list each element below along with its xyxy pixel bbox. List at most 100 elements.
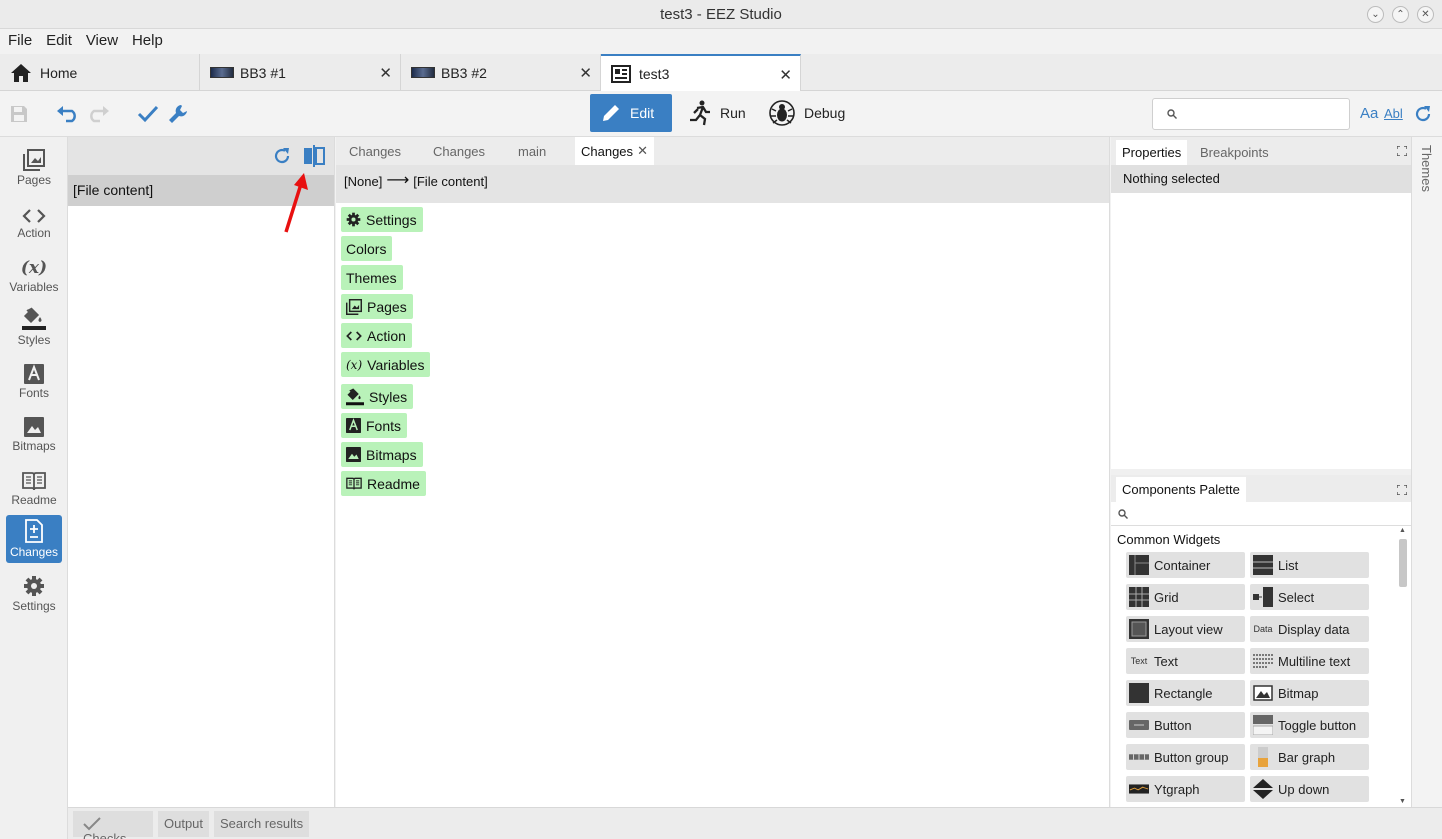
tab-home[interactable]: Home (0, 54, 200, 91)
tab-breakpoints[interactable]: Breakpoints (1194, 140, 1275, 165)
menu-edit[interactable]: Edit (38, 29, 72, 49)
scroll-thumb[interactable] (1399, 539, 1407, 587)
tab-bb3-2[interactable]: BB3 #2 ✕ (401, 54, 601, 91)
change-item-variables[interactable]: (x) Variables (341, 352, 431, 377)
scroll-down-icon[interactable]: ▼ (1399, 798, 1406, 805)
widget-rectangle[interactable]: Rectangle (1126, 680, 1245, 706)
maximize-panel-button[interactable] (1396, 482, 1408, 498)
sidebar-item-pages[interactable]: Pages (6, 143, 62, 191)
instrument-thumbnail-icon (411, 67, 435, 78)
edit-mode-button[interactable]: Edit (590, 94, 672, 132)
minimize-button[interactable]: ⌄ (1367, 6, 1384, 23)
change-item-colors[interactable]: Colors (341, 236, 393, 261)
change-item-styles[interactable]: Styles (341, 384, 414, 409)
widget-bitmap[interactable]: Bitmap (1250, 680, 1369, 706)
widget-ytgraph[interactable]: Ytgraph (1126, 776, 1245, 802)
toggle-button-widget-icon (1253, 715, 1273, 735)
sidebar-item-readme[interactable]: Readme (6, 463, 62, 511)
menu-view[interactable]: View (78, 29, 118, 49)
widget-display-data[interactable]: Data Display data (1250, 616, 1369, 642)
widget-label: Bitmap (1278, 685, 1319, 701)
tab-test3[interactable]: test3 ✕ (601, 54, 801, 91)
widget-text[interactable]: Text Text (1126, 648, 1245, 674)
change-item-fonts[interactable]: Fonts (341, 413, 408, 438)
redo-button[interactable] (85, 101, 111, 127)
change-item-label: Bitmaps (366, 446, 417, 463)
widget-layout-view[interactable]: Layout view (1126, 616, 1245, 642)
change-item-settings[interactable]: Settings (341, 207, 423, 232)
match-case-button[interactable]: Aa (1360, 105, 1378, 122)
widget-list[interactable]: List (1250, 552, 1369, 578)
widget-toggle-button[interactable]: Toggle button (1250, 712, 1369, 738)
save-button[interactable] (6, 101, 32, 127)
maximize-button[interactable]: ⌃ (1392, 6, 1409, 23)
close-tab-icon[interactable]: ✕ (579, 64, 592, 82)
close-tab-icon[interactable]: ✕ (779, 66, 792, 84)
palette-header: Components Palette (1111, 475, 1411, 502)
widget-multiline-text[interactable]: Multiline text (1250, 648, 1369, 674)
menu-help[interactable]: Help (124, 29, 163, 49)
widget-select[interactable]: Select (1250, 584, 1369, 610)
tab-search-results[interactable]: Search results (214, 811, 310, 837)
refresh-search-button[interactable] (1410, 101, 1436, 127)
maximize-panel-button[interactable] (1396, 143, 1408, 159)
close-tab-icon[interactable]: ✕ (379, 64, 392, 82)
widget-container[interactable]: Container (1126, 552, 1245, 578)
close-window-button[interactable]: ✕ (1417, 6, 1434, 23)
edit-mode-label: Edit (630, 105, 655, 121)
menu-file[interactable]: File (0, 29, 32, 49)
tab-components-palette[interactable]: Components Palette (1116, 477, 1246, 502)
palette-search-input[interactable] (1111, 502, 1411, 526)
tab-label: Changes (581, 144, 634, 159)
palette-scrollbar[interactable]: ▲ ▼ (1398, 527, 1408, 805)
debug-mode-button[interactable]: Debug (758, 94, 858, 132)
run-mode-button[interactable]: Run (678, 94, 758, 132)
sidebar-item-settings[interactable]: Settings (6, 569, 62, 617)
widget-label: List (1278, 557, 1299, 573)
sidebar-item-fonts[interactable]: Fonts (6, 356, 62, 404)
build-button[interactable] (165, 101, 191, 127)
sidebar-item-changes[interactable]: Changes (6, 515, 62, 563)
widget-grid-item[interactable]: Grid (1126, 584, 1245, 610)
sidebar-item-variables[interactable]: (x) Variables (6, 250, 62, 298)
debug-mode-label: Debug (804, 105, 846, 121)
undo-button[interactable] (55, 101, 81, 127)
tab-changes-1[interactable]: Changes (349, 137, 401, 165)
close-tab-icon[interactable]: ✕ (637, 143, 648, 159)
check-icon (137, 105, 159, 123)
change-item-action[interactable]: Action (341, 323, 412, 348)
tab-bb3-1[interactable]: BB3 #1 ✕ (200, 54, 401, 91)
sidebar-item-styles[interactable]: Styles (6, 303, 62, 351)
button-group-widget-icon (1129, 747, 1149, 767)
gear-icon (346, 212, 361, 227)
tab-changes-2[interactable]: Changes (433, 137, 485, 165)
widget-bar-graph[interactable]: Bar graph (1250, 744, 1369, 770)
compare-toggle-button[interactable] (303, 145, 325, 170)
widget-label: Multiline text (1278, 653, 1351, 669)
properties-empty-message: Nothing selected (1111, 165, 1411, 193)
tab-main[interactable]: main (518, 137, 546, 165)
check-button[interactable] (135, 101, 161, 127)
change-item-themes[interactable]: Themes (341, 265, 403, 290)
widget-button-group[interactable]: Button group (1126, 744, 1245, 770)
sidebar-item-label: Changes (9, 545, 59, 559)
sidebar-item-bitmaps[interactable]: Bitmaps (6, 409, 62, 457)
widget-button[interactable]: Button (1126, 712, 1245, 738)
tab-properties[interactable]: Properties (1116, 140, 1188, 165)
refresh-changes-button[interactable] (272, 146, 292, 169)
change-item-readme[interactable]: Readme (341, 471, 426, 496)
expand-icon (1396, 145, 1408, 157)
widget-up-down[interactable]: Up down (1250, 776, 1369, 802)
refresh-icon (1415, 106, 1431, 122)
change-item-pages[interactable]: Pages (341, 294, 413, 319)
search-input[interactable] (1152, 98, 1350, 130)
tab-output[interactable]: Output (158, 811, 210, 837)
whole-word-button[interactable]: Abl (1384, 106, 1403, 121)
change-item-bitmaps[interactable]: Bitmaps (341, 442, 423, 467)
scroll-up-icon[interactable]: ▲ (1399, 527, 1406, 534)
themes-tab[interactable]: Themes (1419, 145, 1434, 192)
book-icon (22, 472, 46, 491)
tab-changes-active[interactable]: Changes ✕ (575, 137, 654, 165)
tab-checks[interactable]: Checks (73, 811, 153, 839)
sidebar-item-action[interactable]: Action (6, 196, 62, 244)
